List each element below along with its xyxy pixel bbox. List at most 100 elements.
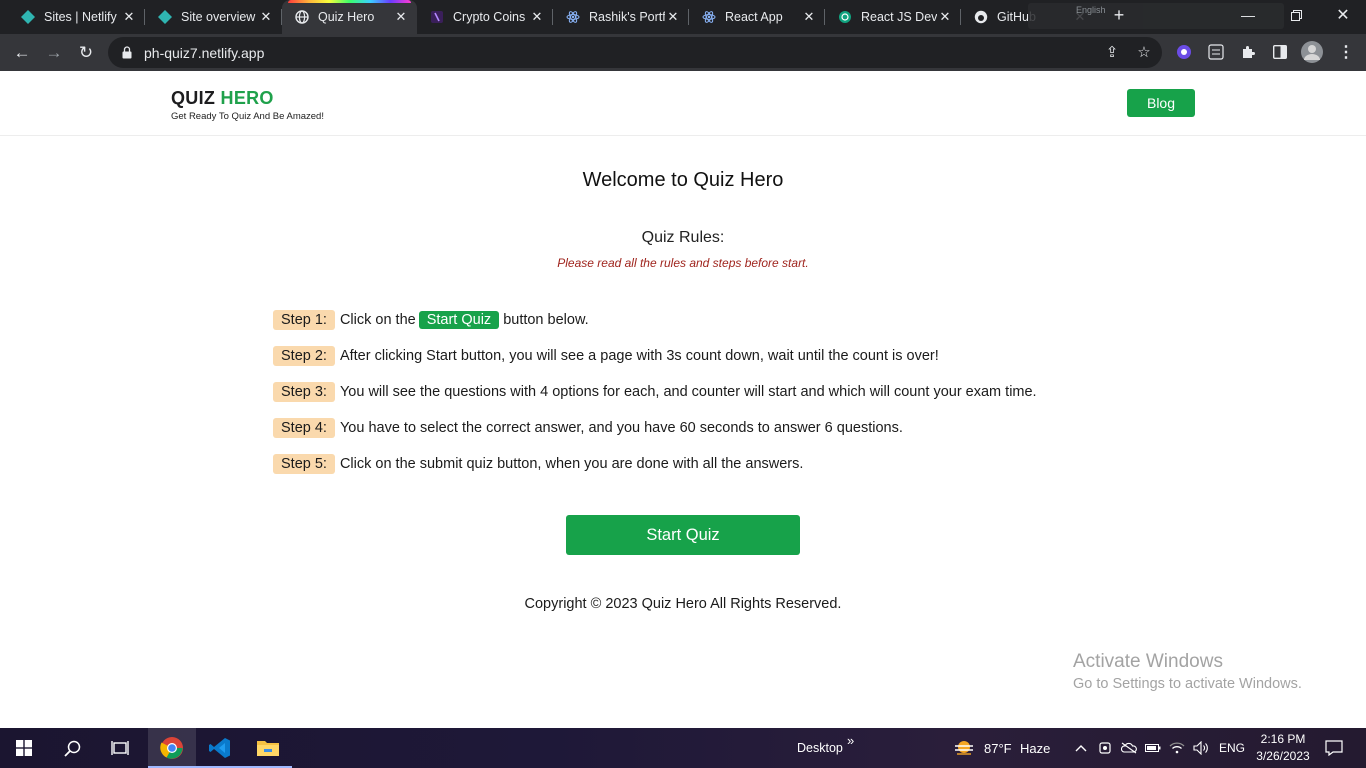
close-icon[interactable]: ✕ — [121, 9, 137, 25]
page-title: Welcome to Quiz Hero — [582, 169, 784, 191]
git-zip-icon[interactable] — [1206, 42, 1226, 62]
step-badge: Step 1: — [273, 310, 335, 330]
inline-start-quiz-chip: Start Quiz — [418, 311, 500, 329]
tab-react-js-developer[interactable]: React JS Deve ✕ — [825, 0, 961, 34]
close-icon[interactable]: ✕ — [258, 9, 274, 25]
step-2: Step 2: After clicking Start button, you… — [273, 346, 939, 366]
step-badge: Step 4: — [273, 418, 335, 438]
step-text: button below. — [503, 312, 589, 328]
tab-title: Crypto Coins — [453, 10, 526, 24]
puzzle-icon[interactable] — [1238, 42, 1258, 62]
step-badge: Step 2: — [273, 346, 335, 366]
step-text: You have to select the correct answer, a… — [339, 420, 903, 436]
weather-description[interactable]: Haze — [1020, 728, 1050, 768]
reload-icon[interactable]: ↻ — [73, 40, 99, 66]
bookmark-star-icon[interactable]: ☆ — [1134, 42, 1154, 62]
tab-crypto-coins[interactable]: Crypto Coins ✕ — [417, 0, 553, 34]
back-icon[interactable]: ← — [9, 40, 35, 66]
step-3: Step 3: You will see the questions with … — [273, 382, 1037, 402]
close-icon[interactable]: ✕ — [393, 9, 409, 25]
tab-title: React App — [725, 10, 783, 24]
tab-title: Site overview — [181, 10, 256, 24]
tab-title: React JS Deve — [861, 10, 937, 24]
restore-button[interactable] — [1280, 0, 1312, 30]
chevron-up-icon[interactable] — [1072, 739, 1090, 757]
share-icon[interactable]: ⇪ — [1102, 42, 1122, 62]
wifi-icon[interactable] — [1168, 739, 1186, 757]
netlify-icon — [157, 9, 173, 25]
rules-note: Please read all the rules and steps befo… — [557, 256, 809, 270]
step-1: Step 1: Click on the Start Quiz button b… — [273, 310, 589, 330]
chrome-taskbar-icon[interactable] — [148, 728, 196, 768]
tab-site-overview[interactable]: Site overview ✕ — [145, 0, 282, 34]
windows-start-icon[interactable] — [0, 728, 48, 768]
step-text: Click on the — [339, 312, 416, 328]
step-badge: Step 5: — [273, 454, 335, 474]
vscode-taskbar-icon[interactable] — [196, 728, 244, 768]
step-text: Click on the submit quiz button, when yo… — [339, 456, 804, 472]
brand[interactable]: QUIZ HERO Get Ready To Quiz And Be Amaze… — [171, 88, 324, 122]
lock-icon[interactable] — [120, 46, 134, 59]
blog-button[interactable]: Blog — [1127, 89, 1195, 117]
brand-logo-text[interactable]: QUIZ HERO — [171, 88, 324, 109]
overlay-text: English — [1076, 5, 1106, 15]
address-bar[interactable]: ph-quiz7.netlify.app — [108, 37, 1162, 68]
browser-toolbar: ← → ↻ ph-quiz7.netlify.app ⇪ ☆ ⋮ — [0, 34, 1366, 71]
tab-title: Sites | Netlify — [44, 10, 117, 24]
tab-sites-netlify[interactable]: Sites | Netlify ✕ — [8, 0, 145, 34]
notification-icon[interactable] — [1324, 739, 1344, 757]
step-4: Step 4: You have to select the correct a… — [273, 418, 903, 438]
url-text[interactable]: ph-quiz7.netlify.app — [144, 45, 264, 61]
globe-icon — [294, 9, 310, 25]
tab-rainbow-bar — [288, 0, 411, 3]
github-icon — [973, 9, 989, 25]
kebab-menu-icon[interactable]: ⋮ — [1336, 42, 1356, 62]
task-view-icon[interactable] — [96, 728, 144, 768]
volume-icon[interactable] — [1192, 739, 1210, 757]
brand-quiz: QUIZ — [171, 88, 216, 108]
step-text: You will see the questions with 4 option… — [339, 384, 1037, 400]
react-icon — [701, 9, 717, 25]
copyright-text: Copyright © 2023 Quiz Hero All Rights Re… — [524, 596, 842, 612]
web-page: QUIZ HERO Get Ready To Quiz And Be Amaze… — [0, 71, 1366, 728]
new-tab-button[interactable]: + — [1106, 0, 1132, 30]
meet-now-icon[interactable] — [1096, 739, 1114, 757]
react-icon — [565, 9, 581, 25]
system-clock[interactable]: 2:16 PM 3/26/2023 — [1250, 731, 1316, 765]
input-language[interactable]: ENG — [1219, 728, 1245, 768]
tab-title: Quiz Hero — [318, 10, 375, 24]
file-explorer-icon[interactable] — [244, 728, 292, 768]
close-window-button[interactable]: ✕ — [1326, 0, 1360, 30]
clock-time: 2:16 PM — [1260, 732, 1306, 746]
step-badge: Step 3: — [273, 382, 335, 402]
tab-quiz-hero[interactable]: Quiz Hero ✕ — [282, 0, 417, 34]
watermark-subtitle: Go to Settings to activate Windows. — [1073, 676, 1302, 692]
close-icon[interactable]: ✕ — [801, 9, 817, 25]
extension-purple-icon[interactable] — [1174, 42, 1194, 62]
weather-haze-icon[interactable] — [953, 739, 975, 757]
avatar[interactable] — [1300, 40, 1324, 64]
onedrive-icon[interactable] — [1120, 739, 1138, 757]
close-icon[interactable]: ✕ — [529, 9, 545, 25]
tab-rashiks-portfolio[interactable]: Rashik's Portf ✕ — [553, 0, 689, 34]
desktop-toolbar-label[interactable]: Desktop — [797, 728, 843, 768]
tab-react-app[interactable]: React App ✕ — [689, 0, 825, 34]
search-icon[interactable] — [48, 728, 96, 768]
minimize-button[interactable]: — — [1232, 0, 1264, 30]
brand-hero: HERO — [220, 88, 274, 108]
weather-temperature[interactable]: 87°F — [984, 728, 1012, 768]
forward-icon[interactable]: → — [41, 40, 67, 66]
battery-icon[interactable] — [1144, 739, 1162, 757]
activate-windows-watermark: Activate Windows Go to Settings to activ… — [1073, 651, 1302, 692]
start-quiz-button[interactable]: Start Quiz — [566, 515, 800, 555]
step-5: Step 5: Click on the submit quiz button,… — [273, 454, 803, 474]
step-text: After clicking Start button, you will se… — [339, 348, 939, 364]
windows-taskbar: Desktop » 87°F Haze ENG 2:16 PM 3/26/202… — [0, 728, 1366, 768]
chatgpt-icon — [837, 9, 853, 25]
crypto-icon — [429, 9, 445, 25]
browser-tab-bar: Sites | Netlify ✕ Site overview ✕ Quiz H… — [0, 0, 1366, 34]
close-icon[interactable]: ✕ — [937, 9, 953, 25]
side-panel-icon[interactable] — [1270, 42, 1290, 62]
desktop-expand-chevron[interactable]: » — [847, 720, 854, 760]
close-icon[interactable]: ✕ — [665, 9, 681, 25]
